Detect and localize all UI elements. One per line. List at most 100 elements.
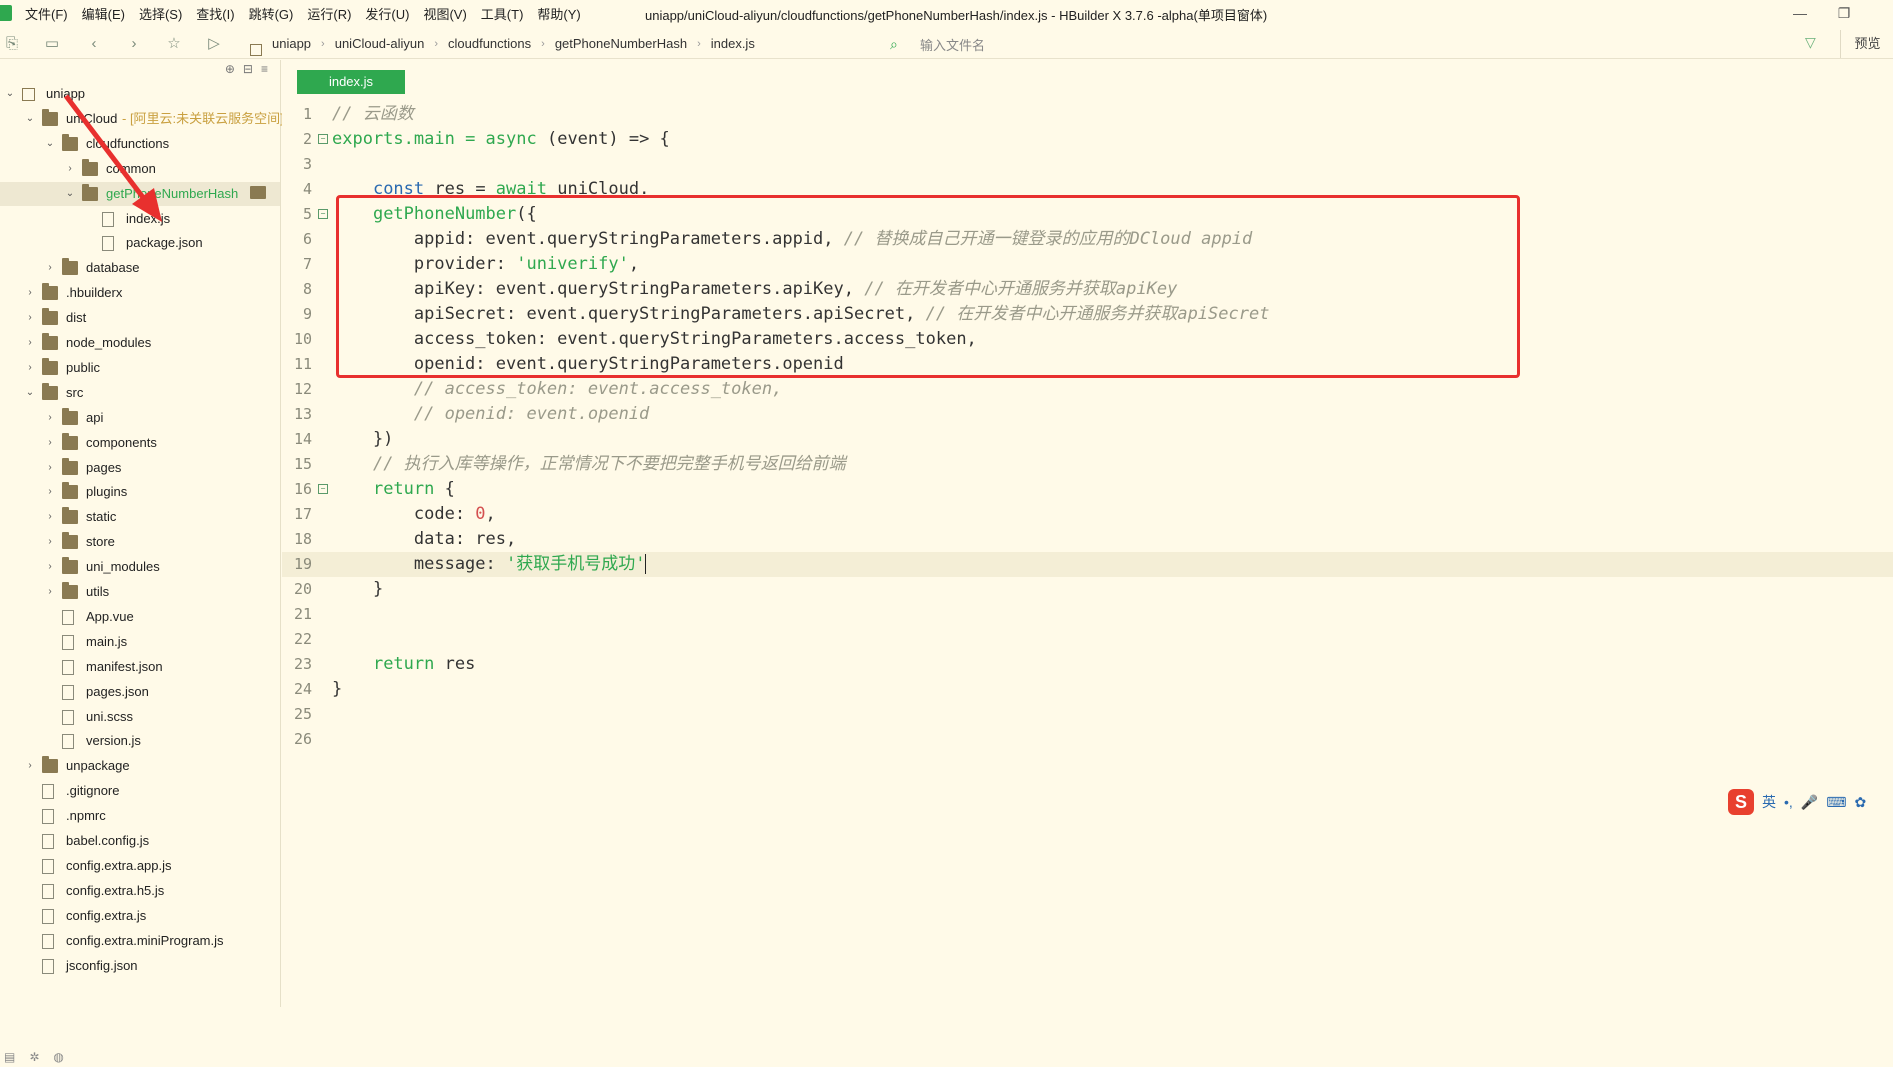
tree-item[interactable]: config.extra.h5.js	[0, 879, 280, 903]
open-folder-icon[interactable]	[250, 185, 266, 199]
code-line[interactable]: 16− return {	[282, 477, 1893, 502]
code-line[interactable]: 23 return res	[282, 652, 1893, 677]
restore-button[interactable]: ❐	[1824, 3, 1864, 23]
tree-item[interactable]: version.js	[0, 729, 280, 753]
chevron-right-icon[interactable]: ›	[24, 331, 36, 355]
fold-toggle-icon[interactable]: −	[318, 209, 328, 219]
new-file-icon[interactable]: ⎘	[2, 34, 22, 54]
code-line[interactable]: 17 code: 0,	[282, 502, 1893, 527]
save-icon[interactable]: ▭	[42, 34, 62, 54]
minimize-button[interactable]: —	[1780, 3, 1820, 23]
chevron-right-icon[interactable]: ›	[44, 480, 56, 504]
chevron-down-icon[interactable]: ⌄	[24, 381, 36, 405]
run-icon[interactable]: ▷	[204, 34, 224, 54]
chevron-right-icon[interactable]: ›	[44, 456, 56, 480]
tree-item[interactable]: pages.json	[0, 680, 280, 704]
tree-item[interactable]: App.vue	[0, 605, 280, 629]
chevron-right-icon[interactable]: ›	[44, 431, 56, 455]
chevron-right-icon[interactable]: ›	[44, 580, 56, 604]
code-line[interactable]: 20 }	[282, 577, 1893, 602]
menu-icon[interactable]: ≡	[261, 62, 268, 76]
ime-logo[interactable]: S	[1728, 789, 1754, 815]
chevron-down-icon[interactable]: ⌄	[4, 82, 16, 106]
back-arrow-icon[interactable]: ‹	[84, 34, 104, 54]
chevron-right-icon[interactable]: ›	[44, 530, 56, 554]
menu-item[interactable]: 视图(V)	[416, 4, 473, 23]
plugin-icon[interactable]: ◍	[53, 1050, 63, 1067]
file-search-input[interactable]	[918, 35, 1622, 55]
tree-item[interactable]: .gitignore	[0, 779, 280, 803]
filter-icon[interactable]: ▽	[1805, 34, 1816, 51]
tree-item[interactable]: config.extra.js	[0, 904, 280, 928]
code-line[interactable]: 22	[282, 627, 1893, 652]
tree-item[interactable]: › pages	[0, 456, 280, 480]
code-line[interactable]: 14 })	[282, 427, 1893, 452]
star-icon[interactable]: ☆	[164, 34, 184, 54]
chevron-right-icon[interactable]: ›	[44, 406, 56, 430]
menu-item[interactable]: 发行(U)	[358, 4, 416, 23]
code-line[interactable]: 25	[282, 702, 1893, 727]
tree-item[interactable]: › components	[0, 431, 280, 455]
menu-item[interactable]: 查找(I)	[189, 4, 241, 23]
tree-item[interactable]: › store	[0, 530, 280, 554]
explorer-icon[interactable]: ▤	[4, 1050, 15, 1067]
ime-punctuation[interactable]: •,	[1784, 794, 1793, 810]
chevron-right-icon[interactable]: ›	[44, 256, 56, 280]
code-line[interactable]: 24}	[282, 677, 1893, 702]
tree-item[interactable]: › uni_modules	[0, 555, 280, 579]
code-line[interactable]: 3	[282, 152, 1893, 177]
tree-item[interactable]: › api	[0, 406, 280, 430]
chevron-down-icon[interactable]: ⌄	[44, 132, 56, 156]
menu-item[interactable]: 编辑(E)	[75, 4, 132, 23]
code-line[interactable]: 19 message: '获取手机号成功'	[282, 552, 1893, 577]
locate-icon[interactable]: ⊕	[225, 62, 235, 76]
tree-item[interactable]: › database	[0, 256, 280, 280]
chevron-right-icon[interactable]: ›	[44, 555, 56, 579]
code-line[interactable]: 15 // 执行入库等操作，正常情况下不要把完整手机号返回给前端	[282, 452, 1893, 477]
ime-language[interactable]: 英	[1762, 792, 1776, 812]
tree-item[interactable]: main.js	[0, 630, 280, 654]
code-line[interactable]: 18 data: res,	[282, 527, 1893, 552]
tree-item[interactable]: › plugins	[0, 480, 280, 504]
tree-item[interactable]: › static	[0, 505, 280, 529]
breadcrumb-uniapp[interactable]: uniapp	[268, 36, 315, 51]
menu-item[interactable]: 文件(F)	[18, 4, 75, 23]
tab-index-js[interactable]: index.js	[297, 70, 405, 94]
tree-item[interactable]: manifest.json	[0, 655, 280, 679]
tree-item[interactable]: uni.scss	[0, 705, 280, 729]
code-line[interactable]: 26	[282, 727, 1893, 752]
fold-toggle-icon[interactable]: −	[318, 484, 328, 494]
microphone-icon[interactable]: 🎤	[1801, 794, 1818, 811]
tree-item[interactable]: package.json	[0, 231, 280, 255]
tree-item[interactable]: › .hbuilderx	[0, 281, 280, 305]
tree-item[interactable]: config.extra.app.js	[0, 854, 280, 878]
code-line[interactable]: 12 // access_token: event.access_token,	[282, 377, 1893, 402]
code-line[interactable]: 21	[282, 602, 1893, 627]
tree-item[interactable]: › dist	[0, 306, 280, 330]
code-line[interactable]: 13 // openid: event.openid	[282, 402, 1893, 427]
code-line[interactable]: 1 // 云函数	[282, 102, 1893, 127]
menu-item[interactable]: 跳转(G)	[242, 4, 301, 23]
chevron-right-icon[interactable]: ›	[44, 505, 56, 529]
tree-item[interactable]: › public	[0, 356, 280, 380]
breadcrumb-index-js[interactable]: index.js	[707, 36, 759, 51]
breadcrumb-unicloud-aliyun[interactable]: uniCloud-aliyun	[331, 36, 429, 51]
menu-item[interactable]: 运行(R)	[300, 4, 358, 23]
menu-item[interactable]: 工具(T)	[474, 4, 531, 23]
fold-toggle-icon[interactable]: −	[318, 134, 328, 144]
breadcrumb-getphonenumberhash[interactable]: getPhoneNumberHash	[551, 36, 691, 51]
tree-item[interactable]: › unpackage	[0, 754, 280, 778]
code-line[interactable]: 2− exports.main = async (event) => {	[282, 127, 1893, 152]
skin-icon[interactable]: ✿	[1854, 794, 1866, 811]
tree-item[interactable]: › utils	[0, 580, 280, 604]
collapse-all-icon[interactable]: ⊟	[243, 62, 253, 76]
tree-item[interactable]: › node_modules	[0, 331, 280, 355]
chevron-right-icon[interactable]: ›	[24, 306, 36, 330]
tree-item[interactable]: jsconfig.json	[0, 954, 280, 978]
tree-item[interactable]: config.extra.miniProgram.js	[0, 929, 280, 953]
chevron-right-icon[interactable]: ›	[24, 754, 36, 778]
tree-item[interactable]: babel.config.js	[0, 829, 280, 853]
forward-arrow-icon[interactable]: ›	[124, 34, 144, 54]
menu-item[interactable]: 选择(S)	[132, 4, 189, 23]
preview-button[interactable]: 预览	[1840, 30, 1893, 58]
